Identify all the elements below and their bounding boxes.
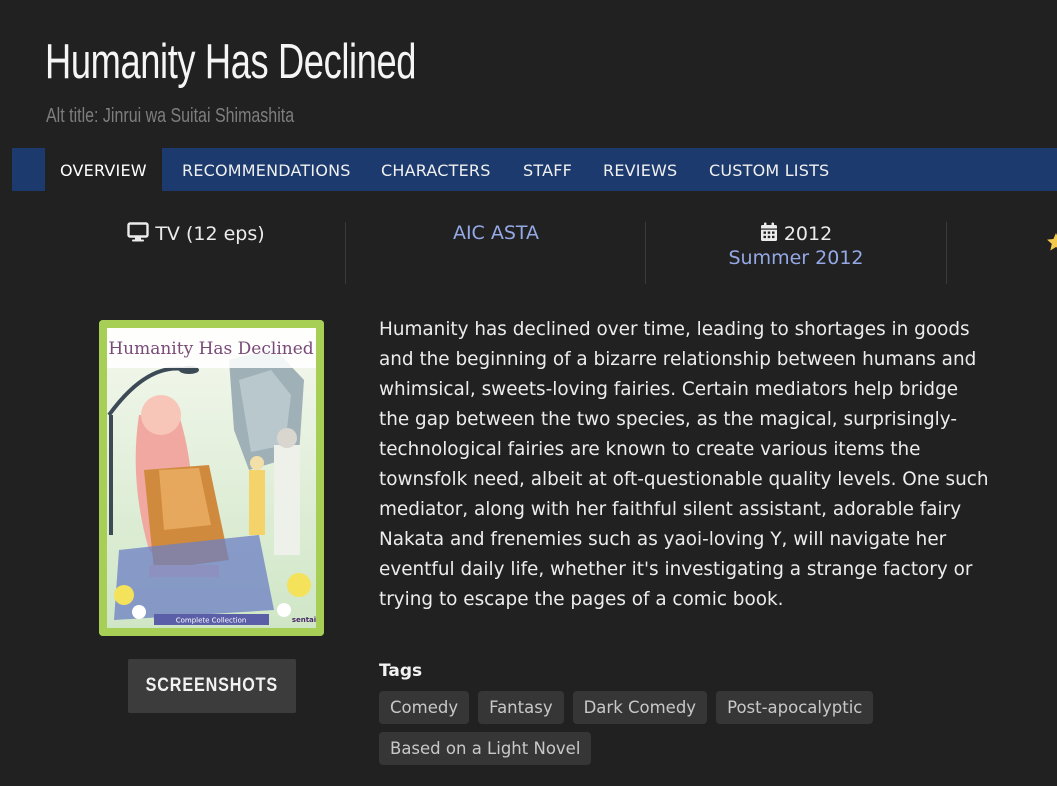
tag-comedy[interactable]: Comedy	[379, 691, 470, 724]
cover-image: Humanity Has Declined Complete Collectio…	[99, 320, 324, 636]
season-link[interactable]: Summer 2012	[646, 247, 946, 269]
cover-logo-text: Humanity Has Declined	[108, 339, 313, 359]
tags-heading: Tags	[379, 661, 423, 681]
year-text: 2012	[783, 223, 833, 245]
tab-staff[interactable]: STAFF	[523, 148, 572, 191]
tab-reviews[interactable]: REVIEWS	[603, 148, 677, 191]
cover-caption: Complete Collection	[176, 617, 247, 625]
tag-post-apocalyptic[interactable]: Post-apocalyptic	[716, 691, 874, 724]
tag-list: Comedy Fantasy Dark Comedy Post-apocalyp…	[379, 691, 899, 765]
star-icon	[1046, 232, 1057, 256]
tag-dark-comedy[interactable]: Dark Comedy	[572, 691, 708, 724]
tag-fantasy[interactable]: Fantasy	[478, 691, 564, 724]
page-title: Humanity Has Declined	[45, 35, 417, 89]
tab-overview[interactable]: OVERVIEW	[45, 148, 162, 191]
alt-title: Alt title: Jinrui wa Suitai Shimashita	[46, 105, 295, 127]
synopsis: Humanity has declined over time, leading…	[379, 319, 989, 610]
tab-bar: OVERVIEW RECOMMENDATIONS CHARACTERS STAF…	[12, 148, 1057, 191]
calendar-icon	[760, 222, 778, 247]
tab-characters[interactable]: CHARACTERS	[381, 148, 491, 191]
info-divider	[946, 222, 947, 284]
screenshots-button[interactable]: SCREENSHOTS	[128, 659, 296, 713]
screenshots-label: SCREENSHOTS	[145, 675, 279, 696]
tab-custom-lists[interactable]: CUSTOM LISTS	[709, 148, 829, 191]
tag-based-on-light-novel[interactable]: Based on a Light Novel	[379, 732, 592, 765]
publisher-logo: sentai	[292, 616, 316, 624]
studio-link[interactable]: AIC ASTA	[346, 222, 646, 284]
tab-recommendations[interactable]: RECOMMENDATIONS	[182, 148, 351, 191]
monitor-icon	[127, 222, 150, 247]
format-info: TV (12 eps)	[46, 222, 346, 284]
season-info: 2012 Summer 2012	[646, 222, 946, 284]
format-text: TV (12 eps)	[155, 223, 265, 245]
